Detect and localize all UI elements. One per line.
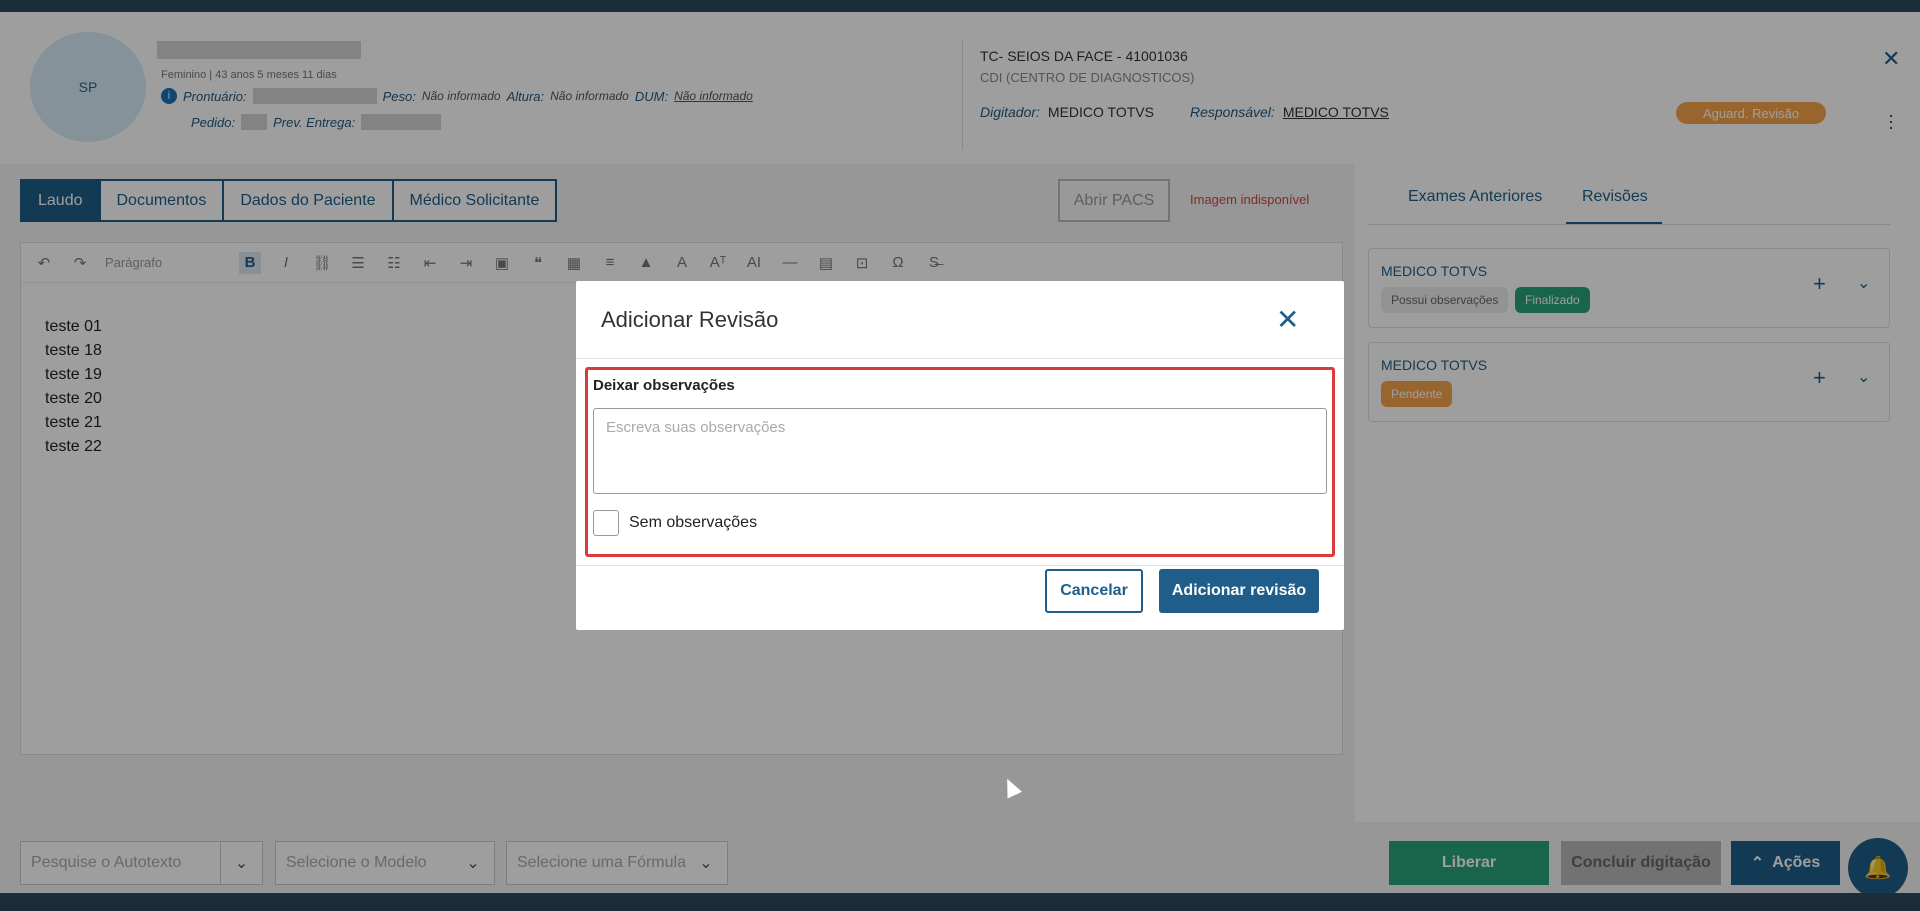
no-observations-label: Sem observações bbox=[629, 514, 758, 531]
observations-input[interactable] bbox=[593, 408, 1327, 494]
add-review-button[interactable]: Adicionar revisão bbox=[1159, 569, 1319, 613]
no-observations-row[interactable]: Sem observações bbox=[593, 510, 757, 536]
dialog-divider bbox=[576, 358, 1344, 359]
dialog-divider bbox=[576, 565, 1344, 566]
cancel-button[interactable]: Cancelar bbox=[1045, 569, 1143, 613]
dialog-title: Adicionar Revisão bbox=[601, 307, 779, 332]
no-observations-checkbox[interactable] bbox=[593, 510, 619, 536]
close-icon[interactable]: ✕ bbox=[1276, 303, 1299, 336]
add-review-dialog: Adicionar Revisão ✕ Deixar observações S… bbox=[576, 281, 1344, 630]
observations-label: Deixar observações bbox=[593, 377, 735, 394]
